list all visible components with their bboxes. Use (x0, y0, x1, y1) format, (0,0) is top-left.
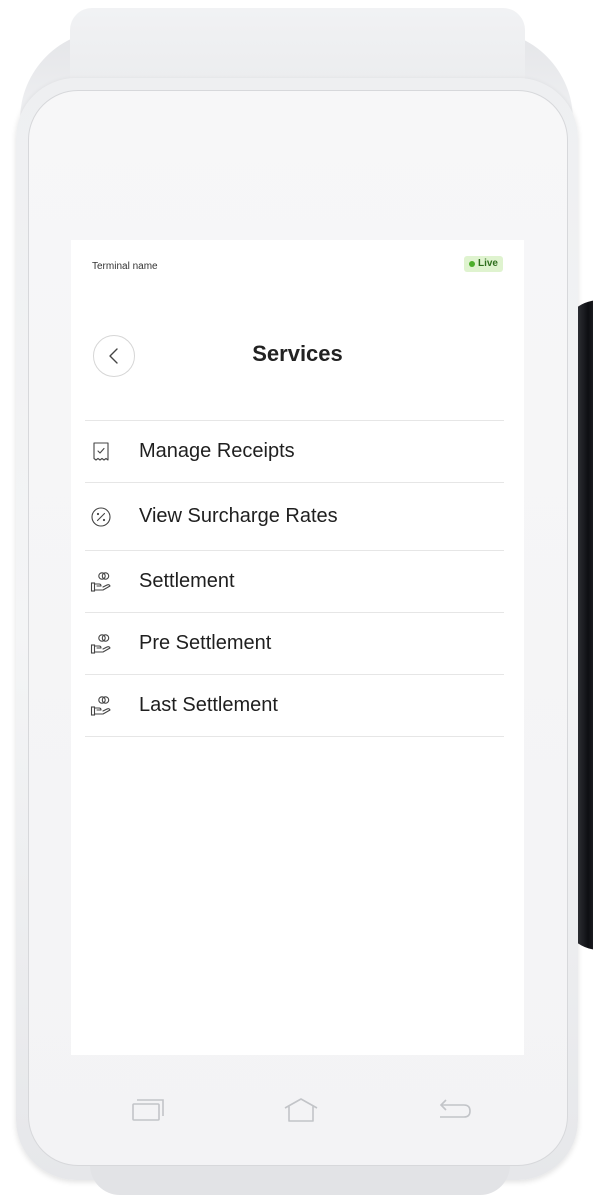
nav-back-button[interactable] (432, 1090, 476, 1130)
percent-circle-icon (90, 506, 112, 528)
menu-item-view-surcharge-rates[interactable]: View Surcharge Rates (85, 483, 504, 551)
status-badge: Live (463, 256, 503, 272)
menu-item-label: Settlement (139, 570, 235, 592)
screen: Terminal name Live Services Manage Recei… (71, 240, 524, 1055)
menu-item-label: View Surcharge Rates (139, 505, 338, 527)
recent-apps-icon (132, 1099, 164, 1121)
menu-item-last-settlement[interactable]: Last Settlement (85, 675, 504, 737)
services-menu: Manage Receipts View Surcharge Rates Set… (85, 420, 504, 737)
hand-coins-icon (90, 633, 112, 655)
menu-item-pre-settlement[interactable]: Pre Settlement (85, 613, 504, 675)
page-header: Services (71, 330, 524, 382)
menu-item-settlement[interactable]: Settlement (85, 551, 504, 613)
live-dot-icon (468, 261, 475, 267)
status-bar: Terminal name Live (71, 240, 524, 290)
home-button[interactable] (279, 1090, 323, 1130)
terminal-name: Terminal name (92, 261, 158, 272)
page-title: Services (252, 341, 343, 366)
menu-item-label: Last Settlement (139, 694, 278, 716)
hand-coins-icon (90, 571, 112, 593)
menu-item-manage-receipts[interactable]: Manage Receipts (85, 421, 504, 483)
receipt-icon (90, 441, 112, 463)
back-arrow-icon (439, 1099, 471, 1118)
device-frame: Terminal name Live Services Manage Recei… (0, 0, 593, 1200)
menu-item-label: Pre Settlement (139, 632, 272, 654)
recent-apps-button[interactable] (126, 1090, 170, 1130)
device-bottom-edge (90, 1165, 510, 1195)
hand-coins-icon (90, 695, 112, 717)
status-badge-label: Live (477, 258, 498, 269)
menu-item-label: Manage Receipts (139, 440, 295, 462)
home-icon (284, 1098, 318, 1122)
